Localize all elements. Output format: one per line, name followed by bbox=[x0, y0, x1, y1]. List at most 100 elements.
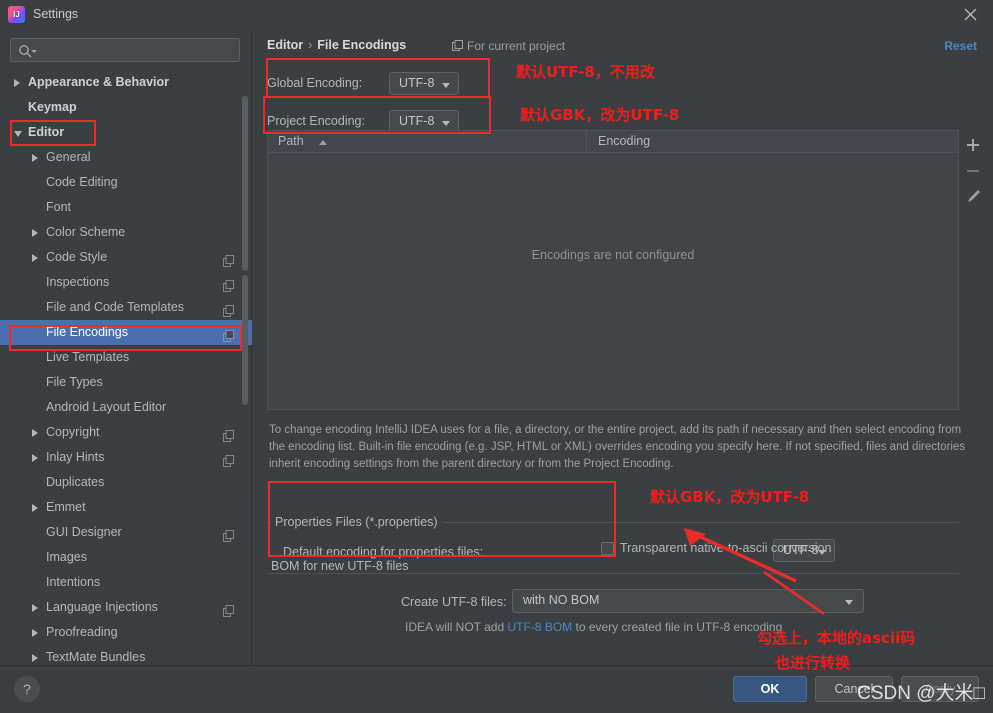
search-input[interactable] bbox=[39, 41, 235, 59]
sidebar-item-duplicates[interactable]: Duplicates bbox=[0, 470, 252, 495]
sidebar-item-label: General bbox=[46, 150, 91, 164]
sidebar-item-code-style[interactable]: Code Style bbox=[0, 245, 252, 270]
chevron-right-icon[interactable] bbox=[32, 604, 38, 612]
sidebar-item-gui-designer[interactable]: GUI Designer bbox=[0, 520, 252, 545]
project-scope-icon bbox=[223, 451, 234, 467]
bom-hint-link[interactable]: UTF-8 BOM bbox=[507, 620, 572, 634]
sidebar-item-editor[interactable]: Editor bbox=[0, 120, 252, 145]
intellij-idea-logo-icon bbox=[8, 6, 25, 23]
project-scope-icon bbox=[223, 601, 234, 617]
column-divider[interactable] bbox=[586, 131, 587, 153]
breadcrumb-parent[interactable]: Editor bbox=[267, 38, 303, 52]
settings-content-panel: Editor › File Encodings For current projec… bbox=[253, 30, 993, 665]
help-button[interactable]: ? bbox=[14, 676, 40, 702]
sidebar-item-inlay-hints[interactable]: Inlay Hints bbox=[0, 445, 252, 470]
encodings-table[interactable]: Path Encoding Encodings are not configur… bbox=[267, 130, 959, 410]
sidebar-item-color-scheme[interactable]: Color Scheme bbox=[0, 220, 252, 245]
chevron-right-icon[interactable] bbox=[32, 229, 38, 237]
transparent-native-to-ascii-label[interactable]: Transparent native-to-ascii conversion bbox=[620, 541, 831, 555]
chevron-right-icon[interactable] bbox=[32, 429, 38, 437]
add-button[interactable] bbox=[960, 132, 986, 158]
sidebar-item-label: Copyright bbox=[46, 425, 100, 439]
bom-hint: IDEA will NOT add UTF-8 BOM to every cre… bbox=[405, 620, 782, 634]
for-current-project-label: For current project bbox=[452, 39, 565, 53]
column-header-encoding[interactable]: Encoding bbox=[598, 134, 650, 148]
sidebar-item-file-encodings[interactable]: File Encodings bbox=[0, 320, 252, 345]
sidebar-item-label: Keymap bbox=[28, 100, 77, 114]
chevron-right-icon[interactable] bbox=[32, 504, 38, 512]
sidebar-item-label: Inspections bbox=[46, 275, 110, 289]
chevron-down-icon bbox=[442, 121, 450, 126]
sidebar-item-inspections[interactable]: Inspections bbox=[0, 270, 252, 295]
sidebar-item-label: Font bbox=[46, 200, 72, 214]
bom-group-divider bbox=[267, 573, 959, 574]
sidebar-item-label: Emmet bbox=[46, 500, 86, 514]
breadcrumb-separator: › bbox=[308, 38, 313, 52]
project-encoding-label: Project Encoding: bbox=[267, 114, 365, 128]
chevron-down-icon[interactable] bbox=[14, 131, 22, 137]
chevron-right-icon[interactable] bbox=[14, 79, 20, 87]
project-scope-icon bbox=[223, 526, 234, 542]
sidebar-item-proofreading[interactable]: Proofreading bbox=[0, 620, 252, 645]
tree-scrollbar-thumb[interactable] bbox=[242, 275, 248, 405]
global-encoding-combo[interactable]: UTF-8 bbox=[389, 72, 459, 95]
remove-button[interactable] bbox=[960, 158, 986, 184]
edit-pencil-icon[interactable] bbox=[960, 184, 986, 210]
sidebar-item-label: Images bbox=[46, 550, 87, 564]
settings-tree[interactable]: Appearance & Behavior Keymap Editor General… bbox=[0, 70, 252, 665]
sidebar-item-label: Live Templates bbox=[46, 350, 130, 364]
sidebar-item-android-layout-editor[interactable]: Android Layout Editor bbox=[0, 395, 252, 420]
for-current-project-text: For current project bbox=[467, 39, 566, 53]
search-icon bbox=[18, 44, 32, 58]
chevron-right-icon[interactable] bbox=[32, 254, 38, 262]
chevron-down-icon bbox=[442, 83, 450, 88]
chevron-right-icon[interactable] bbox=[32, 154, 38, 162]
sidebar-item-intentions[interactable]: Intentions bbox=[0, 570, 252, 595]
bom-mode-combo[interactable]: with NO BOM bbox=[512, 589, 864, 613]
sidebar-item-live-templates[interactable]: Live Templates bbox=[0, 345, 252, 370]
title-bar: Settings bbox=[0, 0, 993, 30]
sidebar-item-label: Proofreading bbox=[46, 625, 118, 639]
dialog-footer: ? OK Cancel Apply bbox=[0, 665, 993, 713]
sidebar-item-code-editing[interactable]: Code Editing bbox=[0, 170, 252, 195]
column-header-path[interactable]: Path bbox=[278, 134, 304, 148]
sidebar-item-language-injections[interactable]: Language Injections bbox=[0, 595, 252, 620]
sidebar-item-label: Duplicates bbox=[46, 475, 105, 489]
reset-link[interactable]: Reset bbox=[944, 39, 977, 53]
global-encoding-value: UTF-8 bbox=[399, 76, 435, 90]
project-encoding-value: UTF-8 bbox=[399, 114, 435, 128]
sidebar-item-label: File and Code Templates bbox=[46, 300, 185, 314]
close-icon[interactable] bbox=[961, 6, 979, 24]
search-filter-chevron-down-icon[interactable] bbox=[31, 50, 37, 53]
sidebar-item-general[interactable]: General bbox=[0, 145, 252, 170]
sidebar-item-file-and-code-templates[interactable]: File and Code Templates bbox=[0, 295, 252, 320]
settings-dialog: Settings Appearance & Behavior Keymap Edit… bbox=[0, 0, 993, 713]
cancel-button[interactable]: Cancel bbox=[815, 676, 893, 702]
chevron-down-icon bbox=[845, 600, 853, 605]
sidebar-item-label: Code Style bbox=[46, 250, 108, 264]
chevron-right-icon[interactable] bbox=[32, 454, 38, 462]
chevron-right-icon[interactable] bbox=[32, 654, 38, 662]
properties-default-encoding-label: Default encoding for properties files: bbox=[283, 545, 484, 559]
sidebar-item-copyright[interactable]: Copyright bbox=[0, 420, 252, 445]
sidebar-item-font[interactable]: Font bbox=[0, 195, 252, 220]
apply-button[interactable]: Apply bbox=[901, 676, 979, 702]
search-box[interactable] bbox=[10, 38, 240, 62]
sidebar-item-emmet[interactable]: Emmet bbox=[0, 495, 252, 520]
sidebar-item-images[interactable]: Images bbox=[0, 545, 252, 570]
chevron-right-icon[interactable] bbox=[32, 629, 38, 637]
sidebar-item-textmate-bundles[interactable]: TextMate Bundles bbox=[0, 645, 252, 665]
create-utf8-files-label: Create UTF-8 files: bbox=[401, 595, 507, 609]
bom-group-title: BOM for new UTF-8 files bbox=[267, 559, 413, 573]
sidebar-item-file-types[interactable]: File Types bbox=[0, 370, 252, 395]
create-utf8-files-row: Create UTF-8 files: with NO BOM bbox=[401, 589, 961, 617]
project-scope-icon bbox=[223, 276, 234, 292]
bom-hint-prefix: IDEA will NOT add bbox=[405, 620, 508, 634]
project-scope-icon bbox=[452, 40, 463, 51]
breadcrumb-current: File Encodings bbox=[317, 38, 407, 52]
sidebar-item-appearance-behavior[interactable]: Appearance & Behavior bbox=[0, 70, 252, 95]
sidebar-item-keymap[interactable]: Keymap bbox=[0, 95, 252, 120]
ok-button[interactable]: OK bbox=[733, 676, 807, 702]
sidebar-item-label: Appearance & Behavior bbox=[28, 75, 170, 89]
transparent-native-to-ascii-checkbox[interactable] bbox=[601, 542, 614, 555]
